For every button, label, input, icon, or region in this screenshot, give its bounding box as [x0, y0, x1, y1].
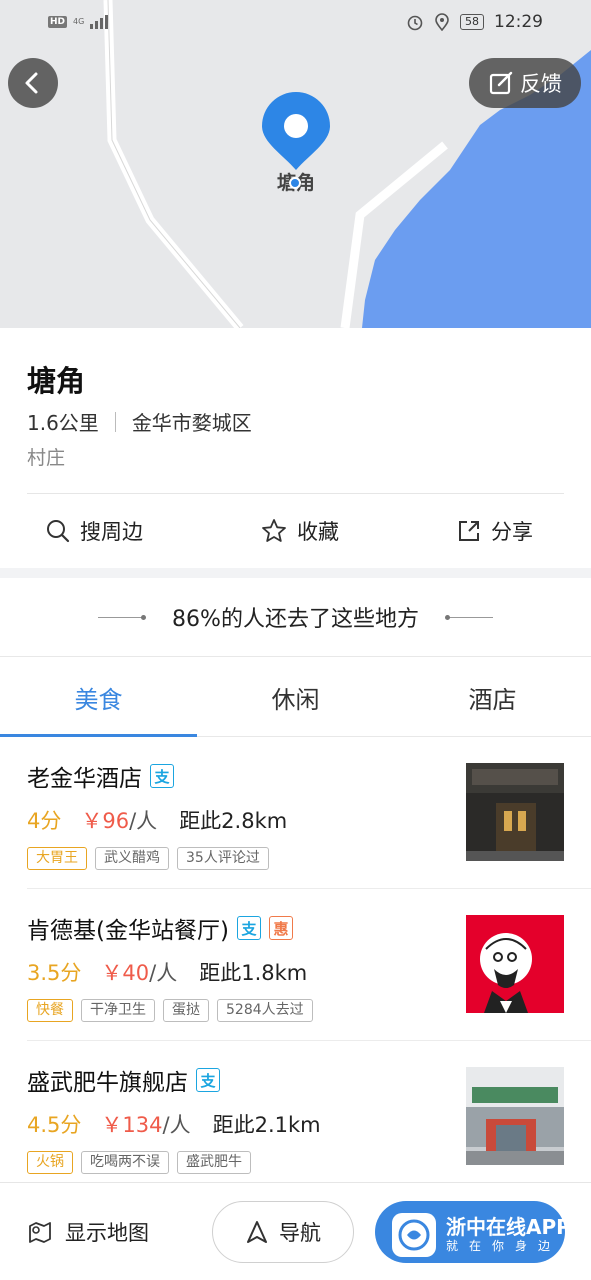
- poi-chip: 蛋挞: [163, 999, 209, 1022]
- place-meta: 1.6公里 金华市婺城区: [27, 407, 252, 436]
- search-nearby-button[interactable]: 搜周边: [46, 516, 143, 546]
- favorite-label: 收藏: [297, 520, 339, 544]
- feedback-label: 反馈: [520, 72, 562, 96]
- poi-score: 4分: [27, 809, 62, 833]
- poi-chip: 35人评论过: [177, 847, 269, 870]
- header-decoration-left: [98, 614, 147, 620]
- pin-dot: [289, 177, 301, 189]
- favorite-button[interactable]: 收藏: [261, 516, 339, 546]
- watermark-title: 浙中在线APP: [446, 1215, 571, 1239]
- search-icon: [47, 520, 70, 543]
- poi-list-item[interactable]: 老金华酒店 支 4分 ￥96 /人 距此2.8km 大胃王 武义醋鸡 35人评论…: [0, 737, 591, 889]
- tab-leisure[interactable]: 休闲: [197, 657, 394, 737]
- category-tabs: 美食 休闲 酒店: [0, 657, 591, 737]
- recommendations-heading: 86%的人还去了这些地方: [172, 607, 419, 632]
- poi-chip: 吃喝两不误: [81, 1151, 169, 1174]
- map-icon: [29, 1222, 51, 1243]
- discount-badge-icon: 惠: [268, 916, 293, 940]
- tab-hotel[interactable]: 酒店: [394, 657, 591, 737]
- poi-list-item[interactable]: 肯德基(金华站餐厅) 支 惠 3.5分 ￥40 /人 距此1.8km 快餐 干净…: [0, 889, 591, 1041]
- chevron-left-icon: [25, 72, 38, 94]
- place-district: 金华市婺城区: [131, 411, 252, 435]
- recommendations-section: 86%的人还去了这些地方 美食 休闲 酒店 老金华酒店 支 4分 ￥96 /人 …: [0, 578, 591, 1280]
- poi-chip: 武义醋鸡: [95, 847, 169, 870]
- recommendations-header: 86%的人还去了这些地方: [0, 578, 591, 656]
- alipay-badge-icon: 支: [150, 764, 174, 788]
- share-icon: [459, 521, 479, 541]
- watermark: 浙中在线APP 就在你身边: [392, 1204, 591, 1266]
- poi-chip: 5284人去过: [217, 999, 313, 1022]
- header-decoration-right: [444, 614, 493, 620]
- poi-price: ￥96: [81, 809, 130, 833]
- poi-price-unit: /人: [149, 961, 178, 985]
- poi-chip: 干净卫生: [81, 999, 155, 1022]
- network-type: 4G: [73, 17, 85, 26]
- battery-indicator: 58: [460, 14, 484, 30]
- poi-list-item[interactable]: 盛武肥牛旗舰店 支 4.5分 ￥134 /人 距此2.1km 火锅 吃喝两不误 …: [0, 1041, 591, 1193]
- watermark-logo-icon: [392, 1213, 436, 1257]
- action-bar: 搜周边 收藏 分享: [0, 494, 591, 568]
- map-view[interactable]: HD 4G 58 12:29 反馈 塘角: [0, 0, 591, 328]
- poi-photo: [466, 1067, 564, 1165]
- signal-icon: [90, 15, 109, 29]
- alarm-icon: [407, 15, 423, 31]
- poi-price-unit: /人: [162, 1113, 191, 1137]
- hd-badge: HD: [48, 16, 68, 28]
- alipay-badge-icon: 支: [196, 1068, 220, 1092]
- poi-score: 3.5分: [27, 961, 82, 985]
- watermark-subtitle: 就在你身边: [446, 1239, 562, 1253]
- tab-food[interactable]: 美食: [0, 657, 197, 737]
- poi-name: 老金华酒店: [27, 766, 142, 792]
- share-label: 分享: [491, 520, 533, 544]
- status-time: 12:29: [494, 12, 543, 32]
- show-map-button[interactable]: 显示地图: [27, 1217, 149, 1247]
- poi-distance: 距此2.1km: [212, 1113, 321, 1137]
- place-title: 塘角: [27, 364, 86, 398]
- search-nearby-label: 搜周边: [80, 520, 143, 544]
- poi-price-unit: /人: [129, 809, 158, 833]
- map-pin-icon[interactable]: [260, 92, 332, 172]
- poi-price: ￥134: [101, 1113, 163, 1137]
- poi-photo: [466, 763, 564, 861]
- poi-distance: 距此1.8km: [199, 961, 308, 985]
- place-type: 村庄: [27, 447, 66, 469]
- poi-score: 4.5分: [27, 1113, 82, 1137]
- navigate-button[interactable]: 导航: [212, 1201, 354, 1263]
- poi-price: ￥40: [101, 961, 150, 985]
- navigation-arrow-icon: [247, 1221, 267, 1243]
- share-button[interactable]: 分享: [457, 516, 533, 546]
- back-button[interactable]: [8, 58, 58, 108]
- navigate-label: 导航: [279, 1221, 321, 1245]
- alipay-badge-icon: 支: [236, 916, 261, 940]
- feedback-button[interactable]: 反馈: [469, 58, 581, 108]
- poi-chip: 盛武肥牛: [177, 1151, 251, 1174]
- poi-chip: 快餐: [27, 999, 73, 1022]
- poi-name: 盛武肥牛旗舰店: [27, 1070, 188, 1096]
- poi-photo: [466, 915, 564, 1013]
- place-distance: 1.6公里: [27, 411, 99, 435]
- poi-chip: 火锅: [27, 1151, 73, 1174]
- edit-icon: [489, 71, 513, 95]
- status-bar: HD 4G 58 12:29: [0, 0, 591, 44]
- poi-distance: 距此2.8km: [179, 809, 288, 833]
- show-map-label: 显示地图: [65, 1221, 149, 1245]
- poi-name: 肯德基(金华站餐厅): [27, 918, 229, 944]
- location-icon: [435, 13, 449, 31]
- meta-divider: [114, 411, 116, 432]
- poi-chip: 大胃王: [27, 847, 87, 870]
- star-icon: [262, 519, 286, 542]
- place-info-card: 塘角 1.6公里 金华市婺城区 村庄 搜周边 收藏 分享: [0, 328, 591, 568]
